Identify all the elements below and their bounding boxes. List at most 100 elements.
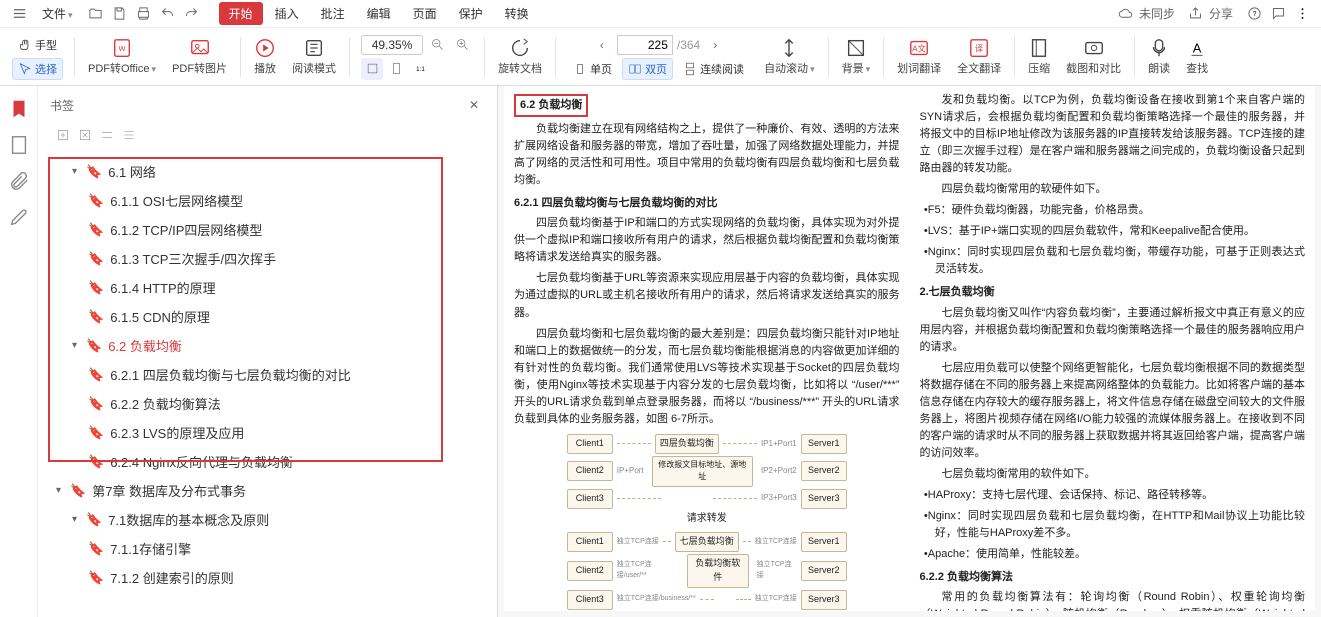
bookmark-item[interactable]: ▾🔖7.1数据库的基本概念及原则: [44, 505, 491, 534]
body-text: 七层应用负载可以使整个网络更智能化，七层负载均衡根据不同的数据类型将数据存储在不…: [920, 360, 1306, 462]
help-icon[interactable]: ?: [1243, 3, 1265, 25]
body-text: 发和负载均衡。以TCP为例，负载均衡设备在接收到第1个来自客户端的SYN请求后，…: [920, 92, 1306, 177]
menu-tab-start[interactable]: 开始: [219, 2, 263, 25]
document-view[interactable]: 6.2 负载均衡 负载均衡建立在现有网络结构之上，提供了一种廉价、有效、透明的方…: [498, 86, 1321, 617]
save-icon[interactable]: [109, 3, 131, 25]
body-text: 七层负载均衡基于URL等资源来实现应用层基于内容的负载均衡，具体实现为通过虚拟的…: [514, 270, 900, 321]
menu-tab-page[interactable]: 页面: [403, 2, 447, 25]
pdf-to-image-button[interactable]: PDF转图片: [166, 35, 233, 78]
bullet-item: LVS：基于IP+端口实现的四层负载软件，常和Keepalive配合使用。: [920, 223, 1306, 240]
body-text: 四层负载均衡基于IP和端口的方式实现网络的负载均衡，具体实现为对外提供一个虚拟I…: [514, 215, 900, 266]
actual-size-icon[interactable]: 1:1: [409, 58, 431, 80]
bookmark-toolbar: [38, 124, 497, 153]
share-label[interactable]: 分享: [1209, 5, 1233, 22]
annotation-tab-icon[interactable]: [8, 206, 30, 228]
bookmark-item[interactable]: 🔖6.1.1 OSI七层网络模型: [44, 186, 491, 215]
bm-tool-expand[interactable]: [100, 128, 114, 145]
menu-tab-annotate[interactable]: 批注: [311, 2, 355, 25]
bookmark-item[interactable]: 🔖6.2.1 四层负载均衡与七层负载均衡的对比: [44, 360, 491, 389]
read-mode-button[interactable]: 阅读模式: [286, 35, 342, 78]
side-tab-strip: [0, 86, 38, 617]
svg-text:译: 译: [975, 45, 984, 54]
page-left: 6.2 负载均衡 负载均衡建立在现有网络结构之上，提供了一种廉价、有效、透明的方…: [504, 86, 910, 611]
continuous-button[interactable]: 连续阅读: [677, 58, 750, 80]
read-aloud-button[interactable]: 朗读: [1142, 35, 1176, 78]
screenshot-button[interactable]: 截图和对比: [1060, 35, 1127, 78]
bm-tool-collapse[interactable]: [122, 128, 136, 145]
bullet-item: F5：硬件负载均衡器，功能完备，价格昂贵。: [920, 202, 1306, 219]
autoscroll-button[interactable]: 自动滚动▾: [758, 35, 821, 78]
menu-tab-insert[interactable]: 插入: [265, 2, 309, 25]
single-page-button[interactable]: 单页: [567, 58, 618, 80]
page-total: /364: [677, 38, 700, 52]
full-translate-button[interactable]: 译全文翻译: [951, 35, 1007, 78]
bookmark-item[interactable]: 🔖6.2.2 负载均衡算法: [44, 389, 491, 418]
cloud-icon[interactable]: [1115, 3, 1137, 25]
select-tool[interactable]: 选择: [12, 58, 63, 80]
rotate-button[interactable]: 旋转文档: [492, 35, 548, 78]
print-icon[interactable]: [133, 3, 155, 25]
bm-tool-remove[interactable]: [78, 128, 92, 145]
thumbnail-tab-icon[interactable]: [8, 134, 30, 156]
toolbar: 手型 选择 WPDF转Office▾ PDF转图片 播放 阅读模式 49.35%…: [0, 28, 1321, 86]
attachment-tab-icon[interactable]: [8, 170, 30, 192]
prev-page-icon[interactable]: ‹: [591, 34, 613, 56]
menu-file[interactable]: 文件▾: [32, 2, 83, 25]
sync-status[interactable]: 未同步: [1139, 5, 1175, 22]
bookmark-item[interactable]: 🔖6.2.3 LVS的原理及应用: [44, 418, 491, 447]
page-right: 发和负载均衡。以TCP为例，负载均衡设备在接收到第1个来自客户端的SYN请求后，…: [910, 86, 1316, 611]
bookmark-item[interactable]: 🔖6.1.4 HTTP的原理: [44, 273, 491, 302]
page-input[interactable]: [617, 35, 673, 55]
figure-6-7-bottom: Client1独立TCP连接七层负载均衡独立TCP连接Server1 Clien…: [567, 532, 847, 611]
hand-tool[interactable]: 手型: [12, 34, 63, 56]
zoom-out-icon[interactable]: [426, 34, 448, 56]
bookmark-item[interactable]: 🔖6.1.3 TCP三次握手/四次挥手: [44, 244, 491, 273]
hamburger-icon[interactable]: [8, 3, 30, 25]
svg-text:?: ?: [1252, 11, 1256, 18]
double-page-button[interactable]: 双页: [622, 58, 673, 80]
menu-tab-edit[interactable]: 编辑: [357, 2, 401, 25]
open-icon[interactable]: [85, 3, 107, 25]
bullet-item: Nginx：同时实现四层负载和七层负载均衡，在HTTP和Mail协议上功能比较好…: [920, 508, 1306, 542]
figure-6-7-top: Client1四层负载均衡IP1+Port1Server1 Client2IP+…: [567, 434, 847, 526]
redo-icon[interactable]: [181, 3, 203, 25]
fit-width-icon[interactable]: [361, 58, 383, 80]
background-button[interactable]: 背景▾: [836, 35, 877, 78]
feedback-icon[interactable]: [1267, 3, 1289, 25]
bm-tool-add[interactable]: [56, 128, 70, 145]
menu-tab-protect[interactable]: 保护: [449, 2, 493, 25]
more-icon[interactable]: [1291, 3, 1313, 25]
bookmark-item[interactable]: 🔖7.1.2 创建索引的原则: [44, 563, 491, 592]
bullet-item: Apache：使用简单，性能较差。: [920, 546, 1306, 563]
bookmark-item[interactable]: 🔖6.1.2 TCP/IP四层网络模型: [44, 215, 491, 244]
body-text: 常用的负载均衡算法有：轮询均衡（Round Robin）、权重轮询均衡（Weig…: [920, 589, 1306, 611]
bookmark-item[interactable]: ▾🔖6.1 网络: [44, 157, 491, 186]
share-icon[interactable]: [1185, 3, 1207, 25]
play-button[interactable]: 播放: [248, 35, 282, 78]
menu-tab-convert[interactable]: 转换: [495, 2, 539, 25]
compress-button[interactable]: 压缩: [1022, 35, 1056, 78]
bookmark-item[interactable]: 🔖6.2.4 Nginx反向代理与负载均衡: [44, 447, 491, 476]
pdf-to-office-button[interactable]: WPDF转Office▾: [82, 35, 162, 78]
undo-icon[interactable]: [157, 3, 179, 25]
bookmark-panel: 书签 ✕ ▾🔖6.1 网络 🔖6.1.1 OSI七层网络模型 🔖6.1.2 TC…: [38, 86, 498, 617]
subsection-heading: 6.2.1 四层负载均衡与七层负载均衡的对比: [514, 195, 900, 212]
zoom-value[interactable]: 49.35%: [361, 35, 423, 55]
zoom-in-icon[interactable]: [451, 34, 473, 56]
close-panel-icon[interactable]: ✕: [463, 94, 485, 116]
body-text: 七层负载均衡又叫作“内容负载均衡”，主要通过解析报文中真正有意义的应用层内容，并…: [920, 305, 1306, 356]
find-button[interactable]: A查找: [1180, 35, 1214, 78]
bookmark-item[interactable]: 🔖6.1.5 CDN的原理: [44, 302, 491, 331]
bookmark-item-selected[interactable]: ▾🔖6.2 负载均衡: [44, 331, 491, 360]
word-translate-button[interactable]: A文划词翻译: [891, 35, 947, 78]
bookmark-item[interactable]: ▾🔖第7章 数据库及分布式事务: [44, 476, 491, 505]
bookmark-tab-icon[interactable]: [8, 98, 30, 120]
subsection-heading: 6.2.2 负载均衡算法: [920, 569, 1306, 586]
svg-text:A: A: [1193, 41, 1202, 56]
svg-text:A文: A文: [912, 44, 926, 54]
fit-page-icon[interactable]: [385, 58, 407, 80]
bullet-item: Nginx：同时实现四层负载和七层负载均衡，带缓存功能，可基于正则表达式灵活转发…: [920, 244, 1306, 278]
next-page-icon[interactable]: ›: [704, 34, 726, 56]
bookmark-item[interactable]: 🔖7.1.1存储引擎: [44, 534, 491, 563]
bookmark-title: 书签: [50, 97, 463, 114]
